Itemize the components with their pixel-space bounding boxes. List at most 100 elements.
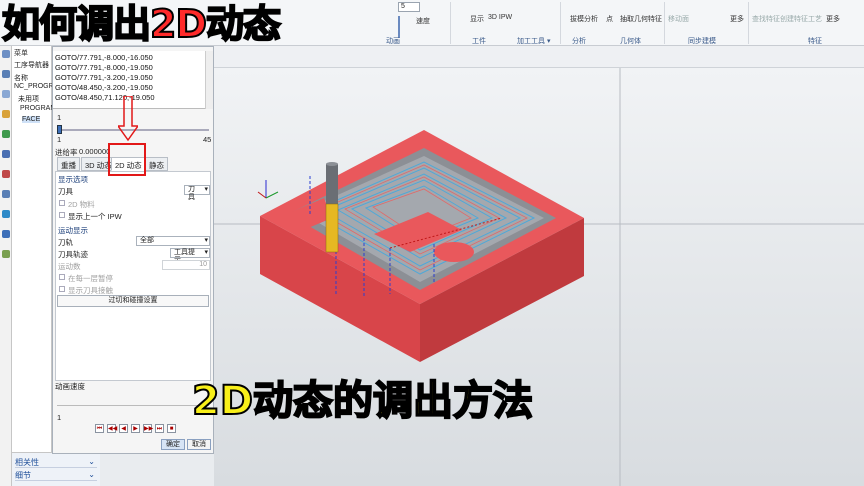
tool-library-icon[interactable]	[2, 250, 10, 258]
tree-node-face-operation[interactable]: FACE	[22, 116, 41, 123]
dependencies-label: 相关性	[15, 458, 39, 467]
history-icon[interactable]	[2, 110, 10, 118]
motion-slider-thumb[interactable]	[57, 125, 62, 134]
show-prev-ipw-checkbox[interactable]	[59, 212, 65, 218]
slider-max-label: 45	[203, 135, 212, 144]
ribbon-separator	[560, 2, 561, 44]
column-name-header[interactable]: 名称	[14, 73, 28, 83]
slider-current-value: 1	[57, 113, 62, 122]
gcode-line[interactable]: GOTO/77.791,-3.200,-19.050	[55, 73, 153, 82]
tool-holder	[325, 203, 339, 253]
tool-label: 刀具	[58, 187, 73, 196]
machine-icon[interactable]	[2, 230, 10, 238]
motion-label: 刀轨	[58, 238, 73, 247]
step-forward-icon[interactable]: ▶▶	[143, 424, 153, 433]
ribbon-separator	[748, 2, 749, 44]
ribbon-more-button-2[interactable]: 更多	[826, 14, 840, 24]
tab-replay[interactable]: 重播	[57, 157, 80, 171]
animation-speed-spinbox[interactable]: 5	[398, 2, 420, 12]
ribbon-group-feature: 特征	[808, 38, 822, 45]
ribbon-speed-label[interactable]: 速度	[416, 16, 430, 26]
tree-node-unused[interactable]: 未用项	[18, 94, 39, 104]
ribbon-point-button[interactable]: 点	[606, 14, 613, 24]
ribbon-find-feature[interactable]: 查找特征	[752, 14, 780, 24]
ribbon-separator	[664, 2, 665, 44]
motion-count-field[interactable]: 10	[162, 260, 210, 270]
library-icon[interactable]	[2, 130, 10, 138]
go-to-end-icon[interactable]: ⏭	[155, 424, 164, 433]
ribbon-group-workpiece: 工件	[472, 38, 486, 45]
navigator-footer: 相关性 ⌄ 细节 ⌄	[12, 452, 100, 486]
chevron-down-icon[interactable]: ⌄	[88, 470, 95, 479]
play-reverse-icon[interactable]: ◀	[119, 424, 128, 433]
play-icon[interactable]: ▶	[131, 424, 140, 433]
tab-panel: 显示选项 刀具 刀具 2D 物料 显示上一个 IPW 运动显示 刀轨 全部 刀具…	[55, 171, 211, 381]
gcode-line[interactable]: GOTO/77.791,-8.000,-16.050	[55, 53, 153, 62]
roles-icon[interactable]	[2, 150, 10, 158]
ribbon-more-button[interactable]: 更多	[730, 14, 744, 24]
speed-slider-icon[interactable]	[398, 16, 408, 38]
dependencies-panel[interactable]: 相关性 ⌄	[15, 457, 97, 468]
ribbon-separator	[450, 2, 451, 44]
tool-dropdown[interactable]: 刀具	[184, 185, 210, 201]
tree-node-program[interactable]: PROGRAM	[20, 105, 56, 112]
gcode-line[interactable]: GOTO/48.450,71.120,-19.050	[55, 93, 155, 102]
2d-material-checkbox[interactable]	[59, 200, 65, 206]
motion-display-heading[interactable]: 运动显示	[58, 225, 88, 236]
resource-bar	[0, 46, 12, 486]
motion-dropdown[interactable]: 全部	[136, 236, 210, 246]
ribbon-draft-analysis[interactable]: 拔模分析	[570, 14, 598, 24]
ribbon-3d-ipw-button[interactable]: 3D IPW	[488, 14, 512, 21]
ribbon-machining-tools[interactable]: 加工工具 ▾	[517, 36, 550, 46]
animation-speed-value: 1	[57, 413, 62, 422]
2d-material-label: 2D 物料	[68, 200, 95, 209]
show-tool-contact-checkbox[interactable]	[59, 286, 65, 292]
gouge-collision-settings-button[interactable]: 过切和碰撞设置	[57, 295, 209, 307]
details-panel[interactable]: 细节 ⌄	[15, 470, 97, 481]
ribbon-create-feature-process[interactable]: 创建特征工艺	[780, 14, 822, 24]
process-icon[interactable]	[2, 210, 10, 218]
ok-button[interactable]: 确定	[161, 439, 185, 450]
navigator-icon[interactable]	[2, 50, 10, 58]
video-title-overlay: 如何调出2D动态	[1, 1, 282, 47]
toolpath-dropdown[interactable]: 工具提示	[170, 248, 210, 264]
navigator-title: 工序导航器	[14, 62, 49, 69]
ribbon-display-button[interactable]: 显示	[470, 14, 484, 24]
ribbon-group-analysis: 分析	[572, 38, 586, 45]
menu-label[interactable]: 菜单	[14, 48, 28, 58]
tab-highlight-box	[108, 143, 146, 176]
details-label: 细节	[15, 471, 31, 480]
island-round	[434, 242, 474, 262]
operation-navigator: 菜单 工序导航器 名称 NC_PROGRAM 未用项 PROGRAM FACE	[12, 46, 64, 486]
go-to-start-icon[interactable]: ⏮	[95, 424, 104, 433]
gcode-line[interactable]: GOTO/48.450,-3.200,-19.050	[55, 83, 153, 92]
gcode-scrollbar[interactable]	[205, 51, 213, 109]
axis-triad	[257, 180, 279, 199]
chevron-down-icon[interactable]: ⌄	[88, 457, 95, 466]
part-navigator-icon[interactable]	[2, 70, 10, 78]
cancel-button[interactable]: 取消	[187, 439, 211, 450]
web-icon[interactable]	[2, 170, 10, 178]
ribbon-group-geometry: 几何体	[620, 38, 641, 45]
gcode-line[interactable]: GOTO/77.791,-8.000,-19.050	[55, 63, 153, 72]
slider-min-label: 1	[57, 135, 62, 144]
animation-speed-slider[interactable]	[57, 405, 209, 406]
clock-icon[interactable]	[2, 190, 10, 198]
arrow-down-icon	[118, 96, 138, 142]
assembly-icon[interactable]	[2, 90, 10, 98]
motion-count-label: 运动数	[58, 262, 81, 271]
toolpath-label: 刀具轨迹	[58, 250, 88, 259]
animation-speed-label: 动画速度	[55, 382, 85, 391]
viewport-tab-bar	[214, 46, 864, 68]
pause-each-layer-label: 在每一层暂停	[68, 274, 113, 283]
ribbon-move-face[interactable]: 移动面	[668, 14, 689, 24]
pause-each-layer-checkbox[interactable]	[59, 274, 65, 280]
step-back-icon[interactable]: ◀◀	[107, 424, 117, 433]
video-subtitle-overlay: 2D动态的调出方法	[191, 377, 534, 425]
feed-rate-value: 0.000000	[79, 147, 111, 156]
stop-icon[interactable]: ■	[167, 424, 176, 433]
tab-static[interactable]: 静态	[145, 157, 168, 171]
ribbon-extract-geometry[interactable]: 抽取几何特征	[620, 14, 662, 24]
display-options-heading[interactable]: 显示选项	[58, 174, 88, 185]
ribbon-group-animation: 动画	[386, 38, 400, 45]
